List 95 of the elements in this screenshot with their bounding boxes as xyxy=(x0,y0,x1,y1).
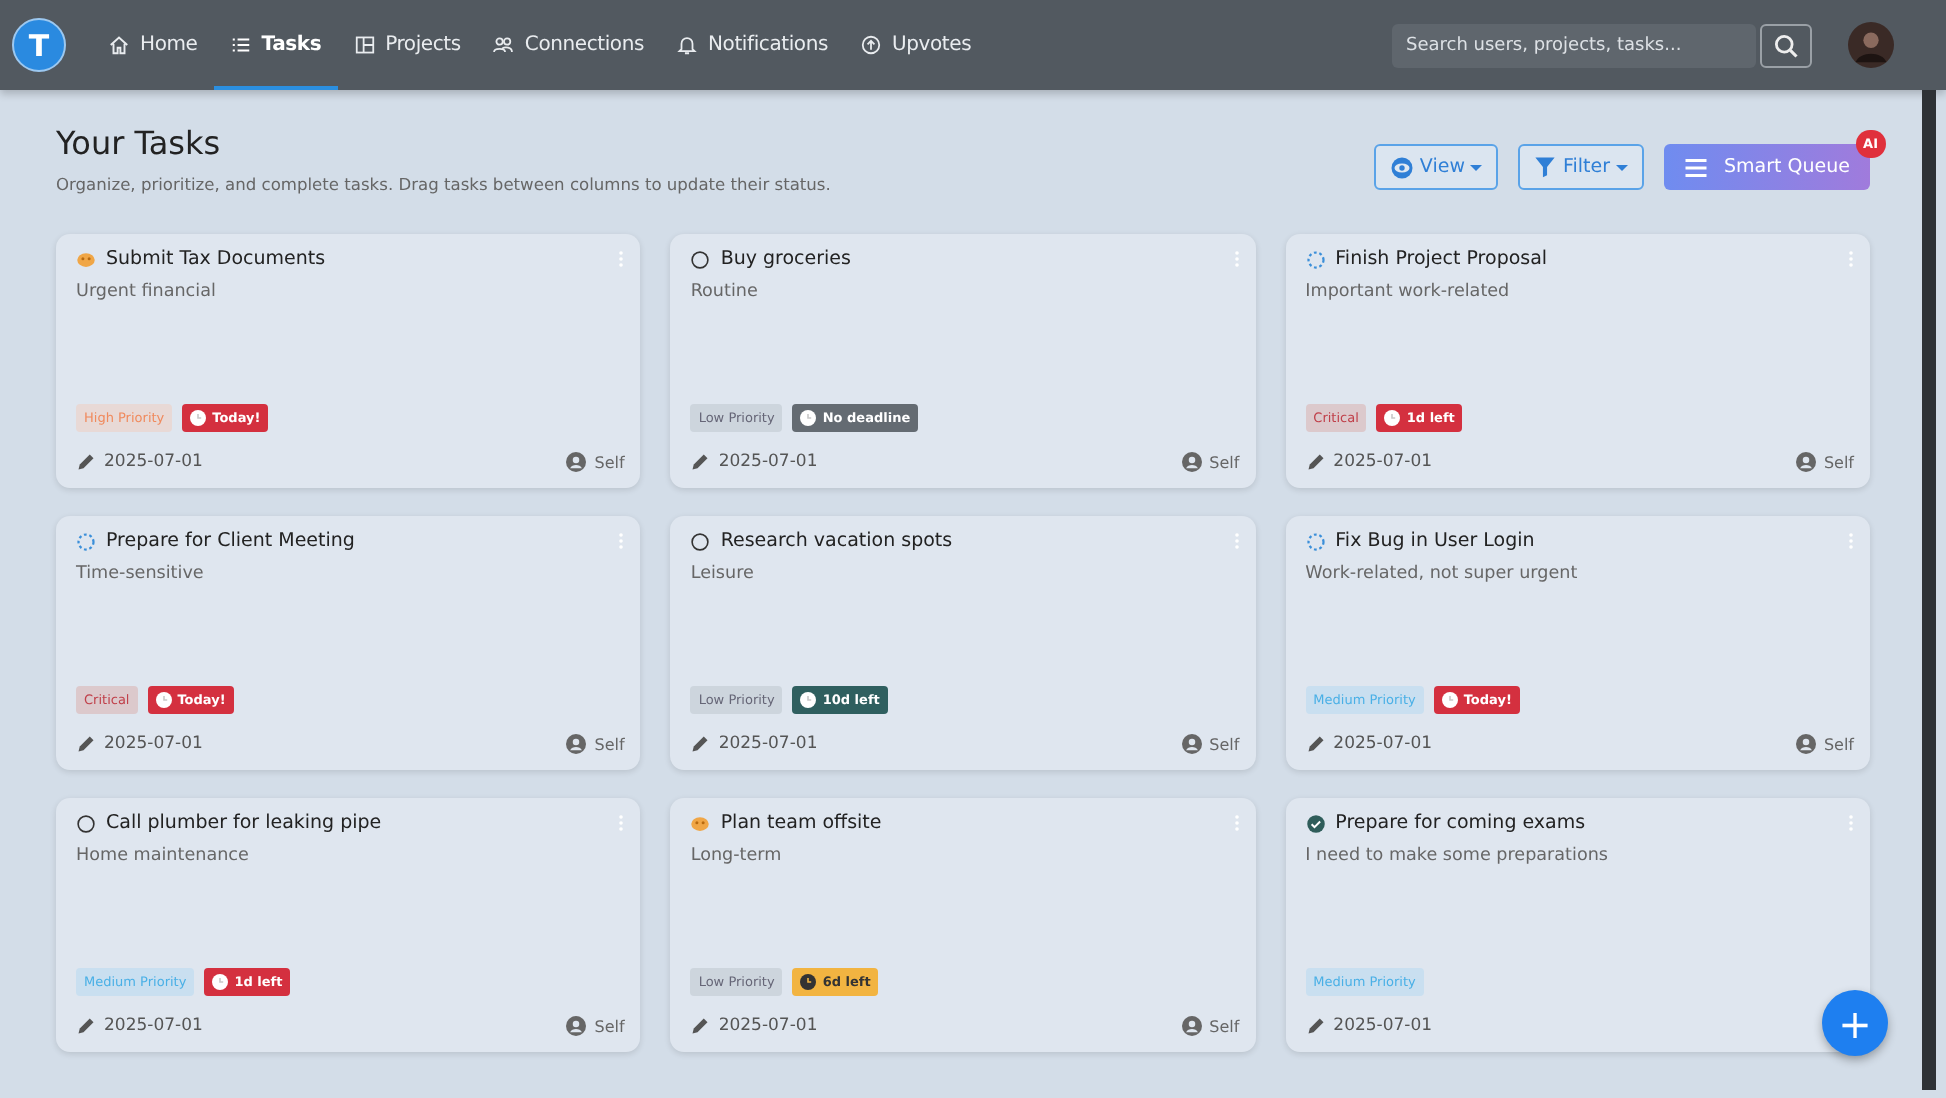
task-description: Long-term xyxy=(690,846,784,870)
circle-icon xyxy=(76,813,96,833)
caret-icon xyxy=(1470,161,1483,173)
list-icon xyxy=(229,34,252,56)
clock-icon xyxy=(155,692,172,708)
pencil-icon xyxy=(690,1016,711,1036)
spinner-icon xyxy=(1305,531,1326,551)
nav-tab[interactable]: Connections xyxy=(476,0,660,90)
task-owner: Self xyxy=(1209,453,1240,471)
task-title: Call plumber for leaking pipe xyxy=(106,812,384,834)
task-date: 2025-07-01 xyxy=(1333,1016,1433,1036)
task-title: Plan team offsite xyxy=(720,812,884,834)
clock-icon xyxy=(190,410,207,426)
task-title: Finish Project Proposal xyxy=(1335,248,1550,270)
clock-icon xyxy=(1384,410,1401,426)
clock-icon xyxy=(800,692,817,708)
task-title: Fix Bug in User Login xyxy=(1335,530,1537,552)
page-title: Your Tasks xyxy=(56,124,223,162)
caret-icon xyxy=(1616,161,1628,173)
task-date: 2025-07-01 xyxy=(104,734,203,754)
user-icon xyxy=(1795,734,1816,754)
task-description: I need to make some preparations xyxy=(1305,846,1610,870)
page-subtitle: Organize, prioritize, and complete tasks. Drag tasks between columns to update their status. xyxy=(56,174,831,194)
clock-icon xyxy=(800,410,817,426)
user-icon xyxy=(566,1016,587,1036)
user-icon xyxy=(1181,452,1202,472)
nav-tab[interactable]: Upvotes xyxy=(844,0,988,90)
task-owner: Self xyxy=(1823,453,1854,471)
task-description: Important work-related xyxy=(1305,282,1512,306)
clock-icon xyxy=(800,974,817,990)
task-owner: Self xyxy=(594,735,625,753)
task-date: 2025-07-01 xyxy=(718,1016,818,1036)
up-arrow-circle-icon xyxy=(860,34,882,56)
user-icon xyxy=(566,734,587,754)
task-title: Prepare for Client Meeting xyxy=(106,530,357,552)
task-date: 2025-07-01 xyxy=(104,452,203,472)
bell-icon xyxy=(676,34,698,56)
task-date: 2025-07-01 xyxy=(718,452,818,472)
task-date: 2025-07-01 xyxy=(1333,452,1433,472)
task-date: 2025-07-01 xyxy=(718,734,818,754)
people-icon xyxy=(492,34,515,56)
nav-tab[interactable]: Notifications xyxy=(660,0,844,90)
task-description: Home maintenance xyxy=(76,846,251,870)
pencil-icon xyxy=(690,734,711,754)
nav-tab[interactable]: Home xyxy=(92,0,214,90)
add-task-button[interactable]: + xyxy=(1822,990,1888,1056)
pencil-icon xyxy=(1305,452,1326,472)
task-description: Routine xyxy=(690,282,760,306)
pencil-icon xyxy=(76,1016,96,1036)
task-description: Time-sensitive xyxy=(76,564,206,588)
clock-icon xyxy=(1441,692,1458,708)
task-title: Prepare for coming exams xyxy=(1335,812,1588,834)
task-title: Submit Tax Documents xyxy=(106,248,328,270)
task-title: Research vacation spots xyxy=(720,530,955,552)
circle-icon xyxy=(690,531,711,551)
clock-icon xyxy=(212,974,229,990)
task-date: 2025-07-01 xyxy=(1333,734,1433,754)
task-description: Urgent financial xyxy=(76,282,218,306)
logo[interactable]: T xyxy=(12,18,66,72)
pencil-icon xyxy=(76,452,96,472)
task-owner: Self xyxy=(1823,735,1854,753)
nav-tab[interactable]: Tasks xyxy=(213,0,338,90)
task-owner: Self xyxy=(1209,1017,1240,1035)
user-icon xyxy=(1181,1016,1202,1036)
spinner-icon xyxy=(1305,249,1326,269)
check-circle-icon xyxy=(1305,813,1326,833)
eye-icon xyxy=(1389,155,1414,179)
task-owner: Self xyxy=(594,453,625,471)
task-title: Buy groceries xyxy=(720,248,853,270)
user-avatar[interactable] xyxy=(1848,22,1894,68)
board-icon xyxy=(353,34,376,56)
user-icon xyxy=(566,452,587,472)
search-button[interactable] xyxy=(1760,23,1812,67)
search-field[interactable]: Search users, projects, tasks... xyxy=(1392,23,1756,67)
task-owner: Self xyxy=(1209,735,1240,753)
circle-icon xyxy=(690,249,711,269)
spinner-icon xyxy=(76,531,96,551)
task-date: 2025-07-01 xyxy=(104,1016,203,1036)
task-description: Work-related, not super urgent xyxy=(1305,564,1580,588)
pencil-icon xyxy=(1305,1016,1326,1036)
task-description: Leisure xyxy=(690,564,756,588)
filter-icon xyxy=(1534,156,1557,178)
nav-tab[interactable]: Projects xyxy=(337,0,477,90)
pencil-icon xyxy=(76,734,96,754)
scrollbar[interactable] xyxy=(1922,90,1936,1090)
pencil-icon xyxy=(1305,734,1326,754)
menu-icon xyxy=(1684,155,1709,179)
search-icon xyxy=(1772,31,1800,59)
face-icon xyxy=(76,249,96,269)
pencil-icon xyxy=(690,452,711,472)
user-icon xyxy=(1181,734,1202,754)
user-icon xyxy=(1795,452,1816,472)
home-icon xyxy=(108,34,130,56)
task-owner: Self xyxy=(594,1017,625,1035)
face-icon xyxy=(690,813,711,833)
